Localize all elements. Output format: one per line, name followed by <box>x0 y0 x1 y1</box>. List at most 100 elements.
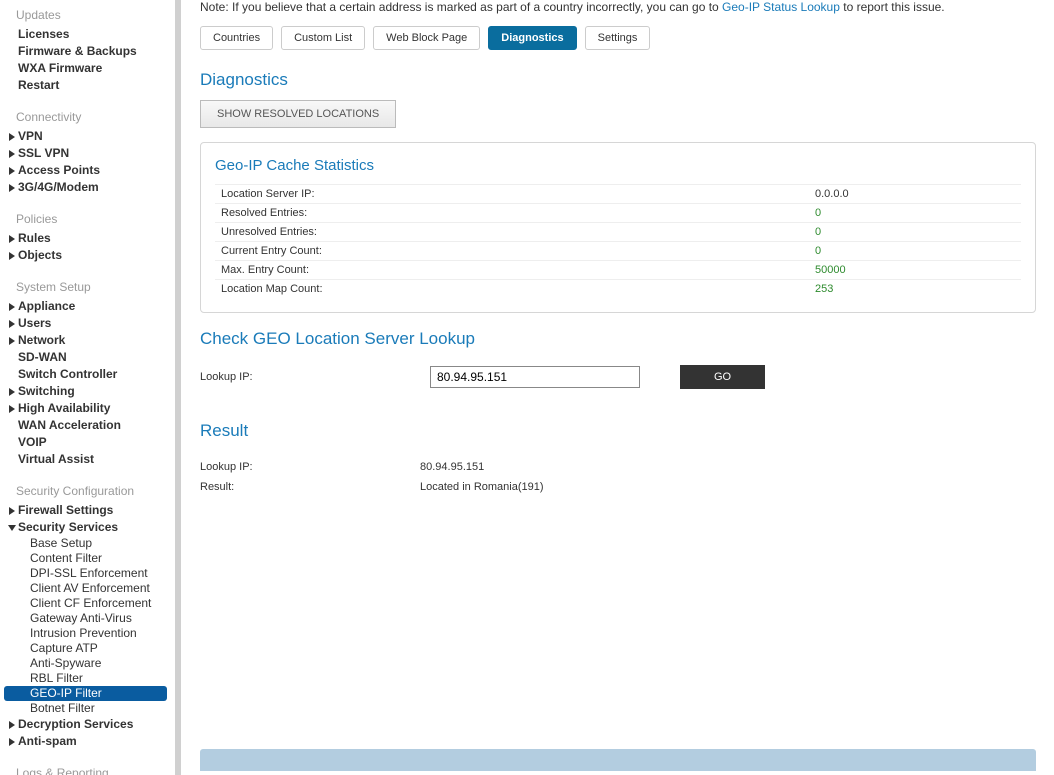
chevron-right-icon <box>8 507 16 515</box>
nav-section-title: Logs & Reporting <box>0 760 175 775</box>
chevron-right-icon <box>8 721 16 729</box>
nav-item[interactable]: Virtual Assist <box>0 451 175 468</box>
result-section-title: Result <box>190 415 1054 451</box>
nav-sub-item[interactable]: Client CF Enforcement <box>0 596 175 611</box>
result-value: 80.94.95.151 <box>420 461 484 473</box>
nav-item[interactable]: VPN <box>0 128 175 145</box>
nav-item-label: Firmware & Backups <box>18 44 137 59</box>
nav-item[interactable]: Security Services <box>0 519 175 536</box>
nav-item[interactable]: High Availability <box>0 400 175 417</box>
go-button[interactable]: GO <box>680 365 765 389</box>
stat-row: Max. Entry Count:50000 <box>215 260 1021 279</box>
tab-countries[interactable]: Countries <box>200 26 273 50</box>
geo-ip-cache-title: Geo-IP Cache Statistics <box>215 153 1021 184</box>
nav-sub-item[interactable]: GEO-IP Filter <box>4 686 167 701</box>
stat-label: Resolved Entries: <box>215 207 815 219</box>
nav-item[interactable]: 3G/4G/Modem <box>0 179 175 196</box>
nav-item[interactable]: Restart <box>0 77 175 94</box>
stat-row: Location Map Count:253 <box>215 279 1021 298</box>
footer-bar <box>200 749 1036 771</box>
nav-item[interactable]: Decryption Services <box>0 716 175 733</box>
result-label: Result: <box>200 481 420 493</box>
nav-item-label: Security Services <box>18 520 118 535</box>
nav-item[interactable]: Objects <box>0 247 175 264</box>
nav-item[interactable]: Appliance <box>0 298 175 315</box>
sidebar-divider <box>175 0 181 775</box>
nav-sub-item[interactable]: Capture ATP <box>0 641 175 656</box>
nav-item[interactable]: VOIP <box>0 434 175 451</box>
chevron-right-icon <box>8 167 16 175</box>
nav-item[interactable]: Users <box>0 315 175 332</box>
nav-item-label: Anti-spam <box>18 734 77 749</box>
nav-item[interactable]: Firewall Settings <box>0 502 175 519</box>
nav-item[interactable]: SD-WAN <box>0 349 175 366</box>
nav-item[interactable]: Rules <box>0 230 175 247</box>
stat-value: 253 <box>815 283 833 295</box>
chevron-down-icon <box>8 524 16 532</box>
nav-item[interactable]: Firmware & Backups <box>0 43 175 60</box>
show-resolved-locations-button[interactable]: SHOW RESOLVED LOCATIONS <box>200 100 396 128</box>
chevron-right-icon <box>8 388 16 396</box>
nav-item[interactable]: WAN Acceleration <box>0 417 175 434</box>
nav-item-label: Access Points <box>18 163 100 178</box>
result-row: Result:Located in Romania(191) <box>200 477 1044 497</box>
chevron-right-icon <box>8 235 16 243</box>
sidebar: UpdatesLicensesFirmware & BackupsWXA Fir… <box>0 0 175 775</box>
nav-sub-item[interactable]: Intrusion Prevention <box>0 626 175 641</box>
tab-web-block-page[interactable]: Web Block Page <box>373 26 480 50</box>
stat-value: 50000 <box>815 264 846 276</box>
nav-item-label: Network <box>18 333 65 348</box>
nav-item[interactable]: Network <box>0 332 175 349</box>
nav-item-label: Objects <box>18 248 62 263</box>
stat-value: 0 <box>815 245 821 257</box>
nav-item-label: Appliance <box>18 299 75 314</box>
nav-item-label: Restart <box>18 78 59 93</box>
chevron-right-icon <box>8 133 16 141</box>
nav-sub-item[interactable]: Anti-Spyware <box>0 656 175 671</box>
chevron-right-icon <box>8 150 16 158</box>
tabs: Countries Custom List Web Block Page Diagno… <box>190 20 1054 64</box>
stat-label: Unresolved Entries: <box>215 226 815 238</box>
stat-row: Location Server IP:0.0.0.0 <box>215 184 1021 203</box>
nav-item-label: Firewall Settings <box>18 503 113 518</box>
diagnostics-title: Diagnostics <box>190 64 1054 100</box>
stat-row: Resolved Entries:0 <box>215 203 1021 222</box>
stat-value: 0 <box>815 226 821 238</box>
nav-section-title: Policies <box>0 206 175 230</box>
nav-item[interactable]: Licenses <box>0 26 175 43</box>
nav-section-title: Security Configuration <box>0 478 175 502</box>
nav-item[interactable]: Switch Controller <box>0 366 175 383</box>
stat-label: Current Entry Count: <box>215 245 815 257</box>
note-link[interactable]: Geo-IP Status Lookup <box>722 0 840 14</box>
tab-settings[interactable]: Settings <box>585 26 651 50</box>
result-value: Located in Romania(191) <box>420 481 544 493</box>
nav-sub-item[interactable]: Botnet Filter <box>0 701 175 716</box>
nav-item-label: Users <box>18 316 51 331</box>
note-text-suffix: to report this issue. <box>840 0 945 14</box>
nav-item[interactable]: Anti-spam <box>0 733 175 750</box>
nav-item[interactable]: Access Points <box>0 162 175 179</box>
nav-sub-item[interactable]: Content Filter <box>0 551 175 566</box>
nav-sub-item[interactable]: Gateway Anti-Virus <box>0 611 175 626</box>
nav-sub-item[interactable]: Client AV Enforcement <box>0 581 175 596</box>
nav-item[interactable]: SSL VPN <box>0 145 175 162</box>
lookup-ip-input[interactable] <box>430 366 640 388</box>
nav-item-label: Rules <box>18 231 51 246</box>
nav-sub-item[interactable]: Base Setup <box>0 536 175 551</box>
nav-item[interactable]: Switching <box>0 383 175 400</box>
nav-sub-item[interactable]: RBL Filter <box>0 671 175 686</box>
lookup-ip-label: Lookup IP: <box>200 371 410 383</box>
chevron-right-icon <box>8 405 16 413</box>
nav-sub-item[interactable]: DPI-SSL Enforcement <box>0 566 175 581</box>
tab-diagnostics[interactable]: Diagnostics <box>488 26 576 50</box>
lookup-row: Lookup IP: GO <box>190 359 1054 395</box>
nav-item-label: SSL VPN <box>18 146 69 161</box>
tab-custom-list[interactable]: Custom List <box>281 26 365 50</box>
chevron-right-icon <box>8 303 16 311</box>
stat-value: 0.0.0.0 <box>815 188 849 200</box>
nav-item[interactable]: WXA Firmware <box>0 60 175 77</box>
chevron-right-icon <box>8 738 16 746</box>
result-label: Lookup IP: <box>200 461 420 473</box>
nav-section-title: Connectivity <box>0 104 175 128</box>
nav-item-label: WXA Firmware <box>18 61 102 76</box>
